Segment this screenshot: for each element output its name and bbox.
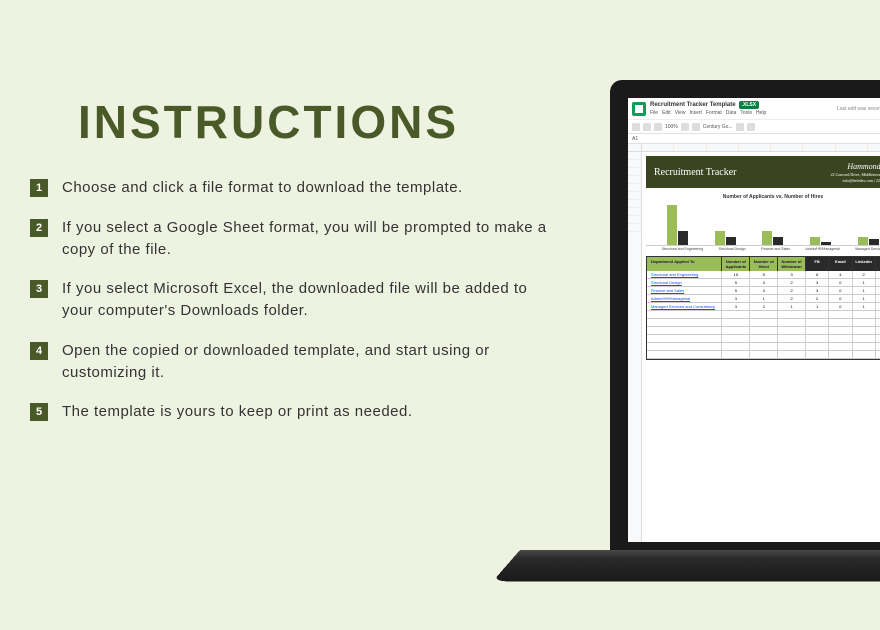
step-4: 4 Open the copied or downloaded template… xyxy=(30,340,560,384)
step-number-badge: 2 xyxy=(30,219,48,237)
col-department: Department Applied To xyxy=(647,257,722,271)
menu-file: File xyxy=(650,110,658,116)
table-row: Finance and Sales5323010 xyxy=(647,287,880,295)
bar-applicants xyxy=(667,205,677,245)
bold-icon xyxy=(736,123,744,131)
table-header-row: Department Applied To Number of Applican… xyxy=(647,257,880,271)
spreadsheet-screenshot: Recruitment Tracker Template .XLSX File … xyxy=(628,98,880,542)
document-title: Recruitment Tracker Template xyxy=(650,102,736,108)
bar-hired xyxy=(773,237,783,245)
undo-icon xyxy=(632,123,640,131)
column-headers xyxy=(628,144,880,152)
table-row: Admin/HR/Managerial3122010 xyxy=(647,295,880,303)
template-banner: Recruitment Tracker Hammond Co 22 Concor… xyxy=(646,156,880,188)
table-row xyxy=(647,335,880,343)
chart-label: Admin/HR/Managerial xyxy=(806,247,840,251)
redo-icon xyxy=(643,123,651,131)
file-format-badge: .XLSX xyxy=(739,101,759,109)
bar-applicants xyxy=(762,231,772,245)
table-row: Managed Services and Consultancy3211010 xyxy=(647,303,880,311)
bar-chart: Number of Applicants vs. Number of Hires… xyxy=(646,194,880,252)
bar-hired xyxy=(821,242,831,245)
table-row xyxy=(647,327,880,335)
cell-reference: A1 xyxy=(632,136,638,142)
menu-data: Data xyxy=(726,110,737,116)
print-icon xyxy=(654,123,662,131)
laptop-base xyxy=(493,550,880,581)
table-row xyxy=(647,351,880,359)
zoom-level: 100% xyxy=(665,124,678,130)
menu-bar: File Edit View Insert Format Data Tools … xyxy=(650,110,766,116)
template-title: Recruitment Tracker xyxy=(654,167,736,178)
menu-format: Format xyxy=(706,110,722,116)
col-linkedin: LinkedIn xyxy=(853,257,876,271)
step-text: If you select a Google Sheet format, you… xyxy=(62,217,560,261)
step-2: 2 If you select a Google Sheet format, y… xyxy=(30,217,560,261)
toolbar: 100% Century Go... xyxy=(628,120,880,134)
instructions-list: 1 Choose and click a file format to down… xyxy=(30,177,560,423)
company-name: Hammond Co xyxy=(831,162,880,171)
menu-edit: Edit xyxy=(662,110,671,116)
table-row xyxy=(647,311,880,319)
chart-label: Managed Services xyxy=(855,247,880,251)
step-3: 3 If you select Microsoft Excel, the dow… xyxy=(30,278,560,322)
step-text: If you select Microsoft Excel, the downl… xyxy=(62,278,560,322)
sheets-logo-icon xyxy=(632,102,646,116)
table-row: Structural Design5323010 xyxy=(647,279,880,287)
row-headers xyxy=(628,152,642,542)
bar-hired xyxy=(678,231,688,245)
step-1: 1 Choose and click a file format to down… xyxy=(30,177,560,199)
menu-view: View xyxy=(675,110,686,116)
bar-hired xyxy=(726,237,736,245)
percent-icon xyxy=(692,123,700,131)
step-text: The template is yours to keep or print a… xyxy=(62,401,413,423)
laptop-mockup: Recruitment Tracker Template .XLSX File … xyxy=(520,50,880,630)
step-number-badge: 5 xyxy=(30,403,48,421)
step-5: 5 The template is yours to keep or print… xyxy=(30,401,560,423)
col-withdrawn: Number of Withdrawn xyxy=(778,257,806,271)
step-number-badge: 3 xyxy=(30,280,48,298)
bar-applicants xyxy=(715,231,725,245)
formula-bar: A1 xyxy=(628,134,880,144)
step-text: Open the copied or downloaded template, … xyxy=(62,340,560,384)
step-number-badge: 4 xyxy=(30,342,48,360)
menu-tools: Tools xyxy=(740,110,752,116)
table-row xyxy=(647,319,880,327)
currency-icon xyxy=(681,123,689,131)
data-table: Department Applied To Number of Applican… xyxy=(646,256,880,360)
company-contact: info@befedex.com | 222 555 7 xyxy=(831,178,880,183)
step-text: Choose and click a file format to downlo… xyxy=(62,177,463,199)
table-row: Structural and Engineering15536421 xyxy=(647,271,880,279)
chart-label: Finance and Sales xyxy=(761,247,790,251)
laptop-screen-frame: Recruitment Tracker Template .XLSX File … xyxy=(610,80,880,560)
bar-hired xyxy=(869,239,879,245)
col-fb: FB xyxy=(806,257,829,271)
chart-bars xyxy=(646,204,880,246)
col-indeed: Inde xyxy=(876,257,880,271)
bar-applicants xyxy=(810,237,820,245)
col-hired: Number of Hired xyxy=(750,257,778,271)
bar-applicants xyxy=(858,237,868,245)
last-edit-text: Last edit was seconds ago xyxy=(837,106,880,112)
chart-x-labels: Structural and Engineering Structural De… xyxy=(646,246,880,252)
chart-label: Structural and Engineering xyxy=(662,247,703,251)
menu-help: Help xyxy=(756,110,766,116)
sheets-header: Recruitment Tracker Template .XLSX File … xyxy=(628,98,880,120)
company-address: 22 Concord Drive, Middletown, RI 02 xyxy=(831,172,880,177)
col-applicants: Number of Applicants xyxy=(722,257,750,271)
menu-insert: Insert xyxy=(689,110,702,116)
col-email: Email xyxy=(829,257,852,271)
table-row xyxy=(647,343,880,351)
chart-title: Number of Applicants vs. Number of Hires xyxy=(646,194,880,200)
font-name: Century Go... xyxy=(703,124,733,130)
page-title: INSTRUCTIONS xyxy=(78,95,560,149)
fill-color-icon xyxy=(747,123,755,131)
chart-label: Structural Design xyxy=(719,247,746,251)
step-number-badge: 1 xyxy=(30,179,48,197)
